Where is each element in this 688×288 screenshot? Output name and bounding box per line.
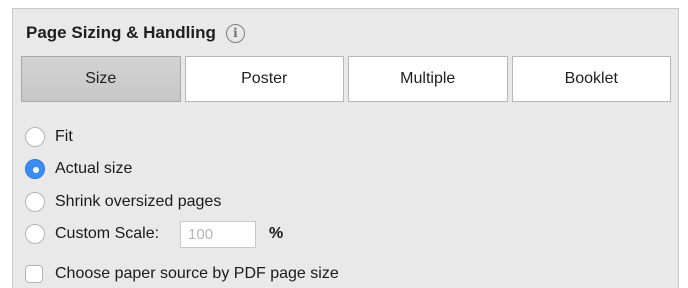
option-custom-scale[interactable]: Custom Scale: % [25,220,283,249]
page-sizing-tabs: Size Poster Multiple Booklet [21,56,671,102]
custom-scale-label: Custom Scale: [55,225,160,242]
shrink-oversized-radio[interactable] [25,191,45,212]
fit-label: Fit [55,127,73,145]
paper-source-option[interactable]: Choose paper source by PDF page size [25,265,339,283]
section-title: Page Sizing & Handling [26,23,216,42]
option-shrink-oversized[interactable]: Shrink oversized pages [25,187,283,216]
tab-poster[interactable]: Poster [184,56,344,102]
option-fit[interactable]: Fit [25,122,283,151]
page-sizing-panel: Page Sizing & Handling i Size Poster Mul… [12,8,679,288]
actual-size-radio[interactable] [25,159,45,179]
tab-booklet[interactable]: Booklet [511,56,671,102]
shrink-oversized-label: Shrink oversized pages [55,192,222,210]
custom-scale-radio[interactable] [25,224,45,244]
info-icon[interactable]: i [225,23,245,43]
size-options: Fit Actual size Shrink oversized pages C… [25,122,283,252]
tab-multiple[interactable]: Multiple [348,56,508,102]
percent-unit-label: % [269,225,284,242]
section-header: Page Sizing & Handling i [26,23,245,43]
option-actual-size[interactable]: Actual size [25,155,283,184]
paper-source-checkbox[interactable] [25,265,43,283]
tab-size[interactable]: Size [21,56,181,102]
fit-radio[interactable] [25,126,45,147]
custom-scale-input[interactable] [180,220,257,248]
paper-source-label: Choose paper source by PDF page size [55,265,339,282]
actual-size-label: Actual size [55,160,133,177]
